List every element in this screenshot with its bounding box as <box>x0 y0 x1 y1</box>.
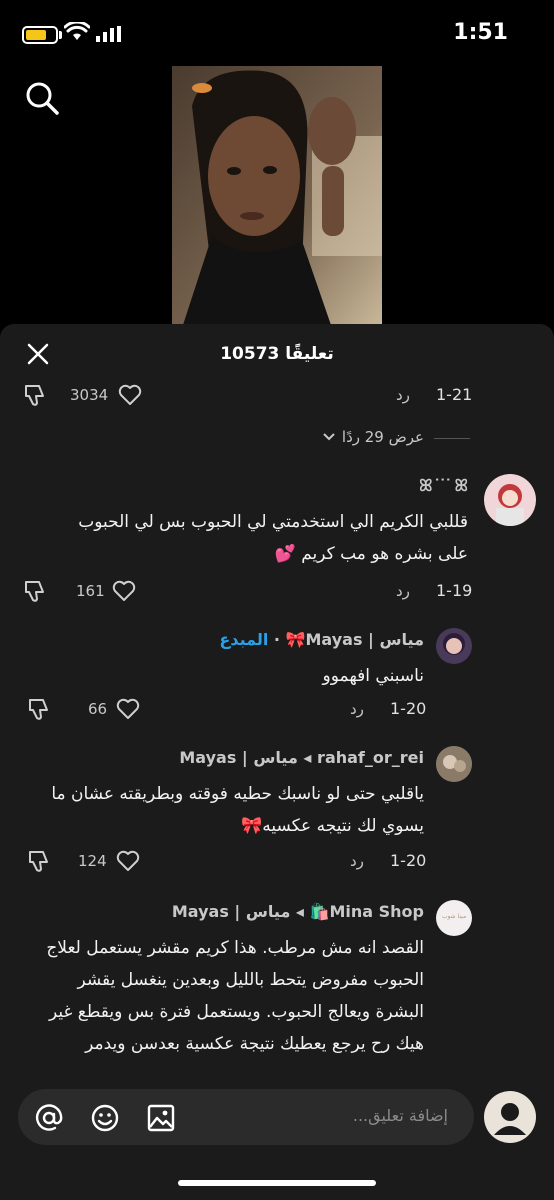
comment-line: البشرة ويعالج الحبوب. ويستعمل فترة بس وي… <box>48 1002 424 1022</box>
comment-username[interactable]: ꕤ ͘ ͘ ͘ ꕤ <box>419 476 468 496</box>
comment-line: القصد انه مش مرطب. هذا كريم مقشر يستعمل … <box>46 938 424 958</box>
username-text[interactable]: Mina Shop🛍️ <box>310 902 424 921</box>
battery-icon <box>22 26 62 44</box>
status-bar: 1:51 <box>0 0 554 70</box>
comment-line: ناسبني افهموو <box>322 666 425 686</box>
dislike-icon[interactable] <box>22 578 48 604</box>
avatar[interactable] <box>436 746 472 782</box>
reply-arrow-icon: ◂ <box>290 902 304 921</box>
dislike-icon[interactable] <box>26 848 52 874</box>
creator-badge: المبدع <box>219 630 269 649</box>
heart-icon[interactable] <box>116 850 140 872</box>
comment-actions-row: 3034 رد 1-21 <box>0 382 554 412</box>
comment-username: rahaf_or_rei ◂ مياس | Mayas <box>179 748 424 767</box>
emoji-icon[interactable] <box>90 1103 120 1133</box>
avatar[interactable] <box>484 474 536 526</box>
reply-to-username[interactable]: مياس | Mayas <box>172 902 291 921</box>
user-avatar[interactable] <box>484 1091 536 1143</box>
home-indicator[interactable] <box>178 1180 376 1186</box>
comment-line: ياقلبي حتى لو ناسبك حطيه فوقته وبطريقته … <box>51 784 424 804</box>
like-count: 124 <box>78 852 107 870</box>
dislike-icon[interactable] <box>22 382 48 408</box>
view-replies-label: عرض 29 ردًا <box>341 428 424 446</box>
comment-line: هيك رح يرجع يعطيك نتيجة عكسية بعدسن ويدم… <box>85 1034 424 1054</box>
like-count: 66 <box>88 700 108 718</box>
avatar[interactable] <box>436 628 472 664</box>
chevron-down-icon <box>323 433 335 441</box>
heart-icon[interactable] <box>116 698 140 720</box>
search-icon[interactable] <box>24 80 60 116</box>
reply-button[interactable]: رد <box>396 386 410 404</box>
status-time: 1:51 <box>453 20 508 45</box>
comments-count-title: 10573 تعليقًا <box>220 344 334 364</box>
dislike-icon[interactable] <box>26 696 52 722</box>
video-preview[interactable] <box>172 66 382 328</box>
comment-actions-row: 124 رد 1-20 <box>0 848 554 878</box>
comment-text: ياقلبي حتى لو ناسبك حطيه فوقته وبطريقته … <box>14 778 424 842</box>
comments-panel: 10573 تعليقًا 3034 رد 1-21 عرض 29 ردًا ꕤ… <box>0 324 554 1200</box>
signal-icon <box>96 26 121 42</box>
comment-date: 1-20 <box>390 699 427 718</box>
reply-arrow-icon: ◂ <box>297 748 312 767</box>
username-text[interactable]: rahaf_or_rei <box>317 748 424 767</box>
comment-input[interactable]: إضافة تعليق... <box>18 1089 474 1145</box>
comment-date: 1-19 <box>436 581 473 600</box>
wifi-icon <box>64 22 90 40</box>
divider <box>434 438 470 439</box>
view-replies-button[interactable]: عرض 29 ردًا <box>322 428 424 446</box>
comment-text: القصد انه مش مرطب. هذا كريم مقشر يستعمل … <box>14 932 424 1060</box>
heart-icon[interactable] <box>112 580 136 602</box>
reply-button[interactable]: رد <box>350 700 364 718</box>
comment-input-placeholder: إضافة تعليق... <box>352 1106 448 1125</box>
comment-text: ناسبني افهموو <box>24 660 425 692</box>
comment-date: 1-21 <box>436 385 473 404</box>
avatar[interactable]: مينا شوب <box>436 900 472 936</box>
heart-icon[interactable] <box>118 384 142 406</box>
comment-line: قللبي الكريم الي استخدمتي لي الحبوب بس ل… <box>78 512 468 532</box>
comment-date: 1-20 <box>390 851 427 870</box>
comment-line: الحبوب مفروض يتحط بالليل وبعدين ينغسل يق… <box>77 970 424 990</box>
comment-username: Mina Shop🛍️ ◂ مياس | Mayas <box>172 902 424 921</box>
reply-to-username[interactable]: مياس | Mayas <box>179 748 298 767</box>
comment-actions-row: 66 رد 1-20 <box>0 696 554 726</box>
like-count: 3034 <box>70 386 109 404</box>
video-frame-image <box>172 66 382 328</box>
avatar-text: مينا شوب <box>441 913 467 920</box>
comment-line: على بشره هو مب كريم 💕 <box>274 544 468 564</box>
reply-button[interactable]: رد <box>350 852 364 870</box>
comment-actions-row: 161 رد 1-19 <box>0 578 554 608</box>
comment-text: قللبي الكريم الي استخدمتي لي الحبوب بس ل… <box>18 506 468 570</box>
comment-username: مياس | Mayas🎀 · المبدع <box>219 630 424 649</box>
like-count: 161 <box>76 582 105 600</box>
comment-line: يسوي لك نتيجه عكسيه🎀 <box>241 816 424 836</box>
image-icon[interactable] <box>146 1103 176 1133</box>
username-text[interactable]: مياس | Mayas🎀 <box>286 630 424 649</box>
mention-icon[interactable] <box>34 1103 64 1133</box>
reply-button[interactable]: رد <box>396 582 410 600</box>
